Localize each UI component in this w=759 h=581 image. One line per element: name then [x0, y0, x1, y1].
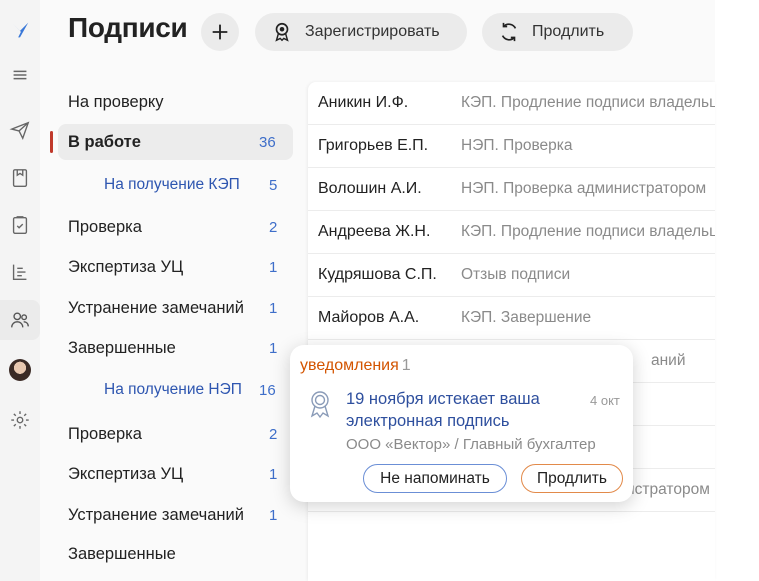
nav-count: 2: [269, 425, 278, 443]
notification-popup: уведомления 1 19 ноября истекает ваша эле…: [290, 345, 633, 502]
gear-icon[interactable]: [0, 400, 40, 440]
badge-icon: [275, 22, 289, 42]
nav-label: Экспертиза УЦ: [68, 257, 184, 276]
add-button[interactable]: [201, 13, 239, 51]
register-button[interactable]: Зарегистрировать: [255, 13, 467, 51]
nav-count: 1: [269, 506, 278, 524]
renew-label: Продлить: [532, 23, 605, 40]
dismiss-button[interactable]: Не напоминать: [363, 464, 507, 493]
row-desc: НЭП. Проверка администратором: [461, 180, 707, 197]
nav-label: Проверка: [68, 424, 142, 443]
nav-item-for-review[interactable]: На проверку: [68, 84, 293, 120]
notification-count: 1: [401, 357, 411, 374]
renew-signature-button[interactable]: Продлить: [521, 464, 623, 493]
row-name: Андреева Ж.Н.: [318, 223, 431, 240]
notification-date: 4 окт: [590, 393, 620, 408]
nav-count: 16: [259, 381, 276, 399]
row-desc: КЭП. Завершение: [461, 309, 592, 326]
nav-label: Завершенные: [68, 338, 176, 357]
nav-item-kep-receiving[interactable]: На получение КЭП 5: [104, 167, 284, 203]
nav-item-remarks-2[interactable]: Устранение замечаний 1: [68, 497, 293, 533]
table-row[interactable]: Кудряшова С.П. Отзыв подписи: [308, 254, 715, 297]
nav-label: Проверка: [68, 217, 142, 236]
logo-icon[interactable]: [0, 10, 40, 50]
nav-label: На получение КЭП: [104, 176, 240, 193]
nav-label: Устранение замечаний: [68, 505, 244, 524]
notification-org: ООО «Вектор» / Главный бухгалтер: [346, 436, 596, 453]
notification-title[interactable]: 19 ноября истекает ваша электронная подп…: [346, 388, 566, 432]
nav-label: В работе: [68, 132, 141, 151]
table-row[interactable]: Андреева Ж.Н. КЭП. Продление подписи вла…: [308, 211, 715, 254]
row-name: Кудряшова С.П.: [318, 266, 437, 283]
nav-count: 1: [269, 299, 278, 317]
clipboard-check-icon[interactable]: [0, 205, 40, 245]
nav-item-completed-2[interactable]: Завершенные: [68, 536, 293, 572]
row-name: Григорьев Е.П.: [318, 137, 429, 154]
hamburger-icon[interactable]: [0, 55, 40, 95]
archive-icon[interactable]: [0, 158, 40, 198]
row-desc: КЭП. Продление подписи владельца: [461, 94, 715, 111]
nav-item-completed-1[interactable]: Завершенные 1: [68, 330, 293, 366]
table-row[interactable]: Григорьев Е.П. НЭП. Проверка: [308, 125, 715, 168]
nav-count: 5: [269, 176, 278, 194]
user-avatar[interactable]: [0, 350, 40, 390]
nav-label: Завершенные: [68, 544, 176, 563]
row-desc: истратором: [626, 481, 710, 498]
row-name: Волошин А.И.: [318, 180, 422, 197]
active-indicator: [50, 131, 53, 153]
table-row[interactable]: Майоров А.А. КЭП. Завершение: [308, 297, 715, 340]
row-desc: КЭП. Продление подписи владельца: [461, 223, 715, 240]
certificate-icon: [310, 391, 330, 419]
nav-item-check-2[interactable]: Проверка 2: [68, 416, 293, 452]
nav-label: Экспертиза УЦ: [68, 464, 184, 483]
row-desc: НЭП. Проверка: [461, 137, 573, 154]
row-desc: Отзыв подписи: [461, 266, 571, 283]
notification-heading: уведомления 1: [300, 357, 411, 375]
nav-count: 2: [269, 218, 278, 236]
page-title: Подписи: [68, 12, 188, 43]
row-name: Аникин И.Ф.: [318, 94, 409, 111]
plus-icon: [212, 24, 228, 40]
nav-item-remarks-1[interactable]: Устранение замечаний 1: [68, 290, 293, 326]
nav-item-expertise-1[interactable]: Экспертиза УЦ 1: [68, 249, 293, 285]
nav-item-expertise-2[interactable]: Экспертиза УЦ 1: [68, 456, 293, 492]
nav-label: На получение НЭП: [104, 381, 242, 398]
paper-plane-icon[interactable]: [0, 110, 40, 150]
register-label: Зарегистрировать: [305, 23, 440, 40]
table-row[interactable]: Аникин И.Ф. КЭП. Продление подписи владе…: [308, 82, 715, 125]
nav-count: 1: [269, 465, 278, 483]
table-row[interactable]: Волошин А.И. НЭП. Проверка администратор…: [308, 168, 715, 211]
nav-label: На проверку: [68, 92, 164, 111]
icon-rail: [0, 0, 40, 581]
nav-count: 1: [269, 258, 278, 276]
row-desc: аний: [651, 352, 686, 369]
nav-item-in-progress[interactable]: В работе 36: [58, 124, 293, 160]
row-name: Майоров А.А.: [318, 309, 420, 326]
notification-heading-label: уведомления: [300, 357, 399, 374]
refresh-icon: [501, 22, 517, 42]
nav-count: 1: [269, 339, 278, 357]
org-structure-icon[interactable]: [0, 252, 40, 292]
users-icon[interactable]: [0, 300, 40, 340]
nav-label: Устранение замечаний: [68, 298, 244, 317]
signature-list: Аникин И.Ф. КЭП. Продление подписи владе…: [308, 82, 715, 581]
renew-button[interactable]: Продлить: [482, 13, 633, 51]
nav-count: 36: [259, 133, 276, 151]
nav-item-nep-receiving[interactable]: На получение НЭП 16: [104, 372, 294, 408]
nav-item-check-1[interactable]: Проверка 2: [68, 209, 293, 245]
